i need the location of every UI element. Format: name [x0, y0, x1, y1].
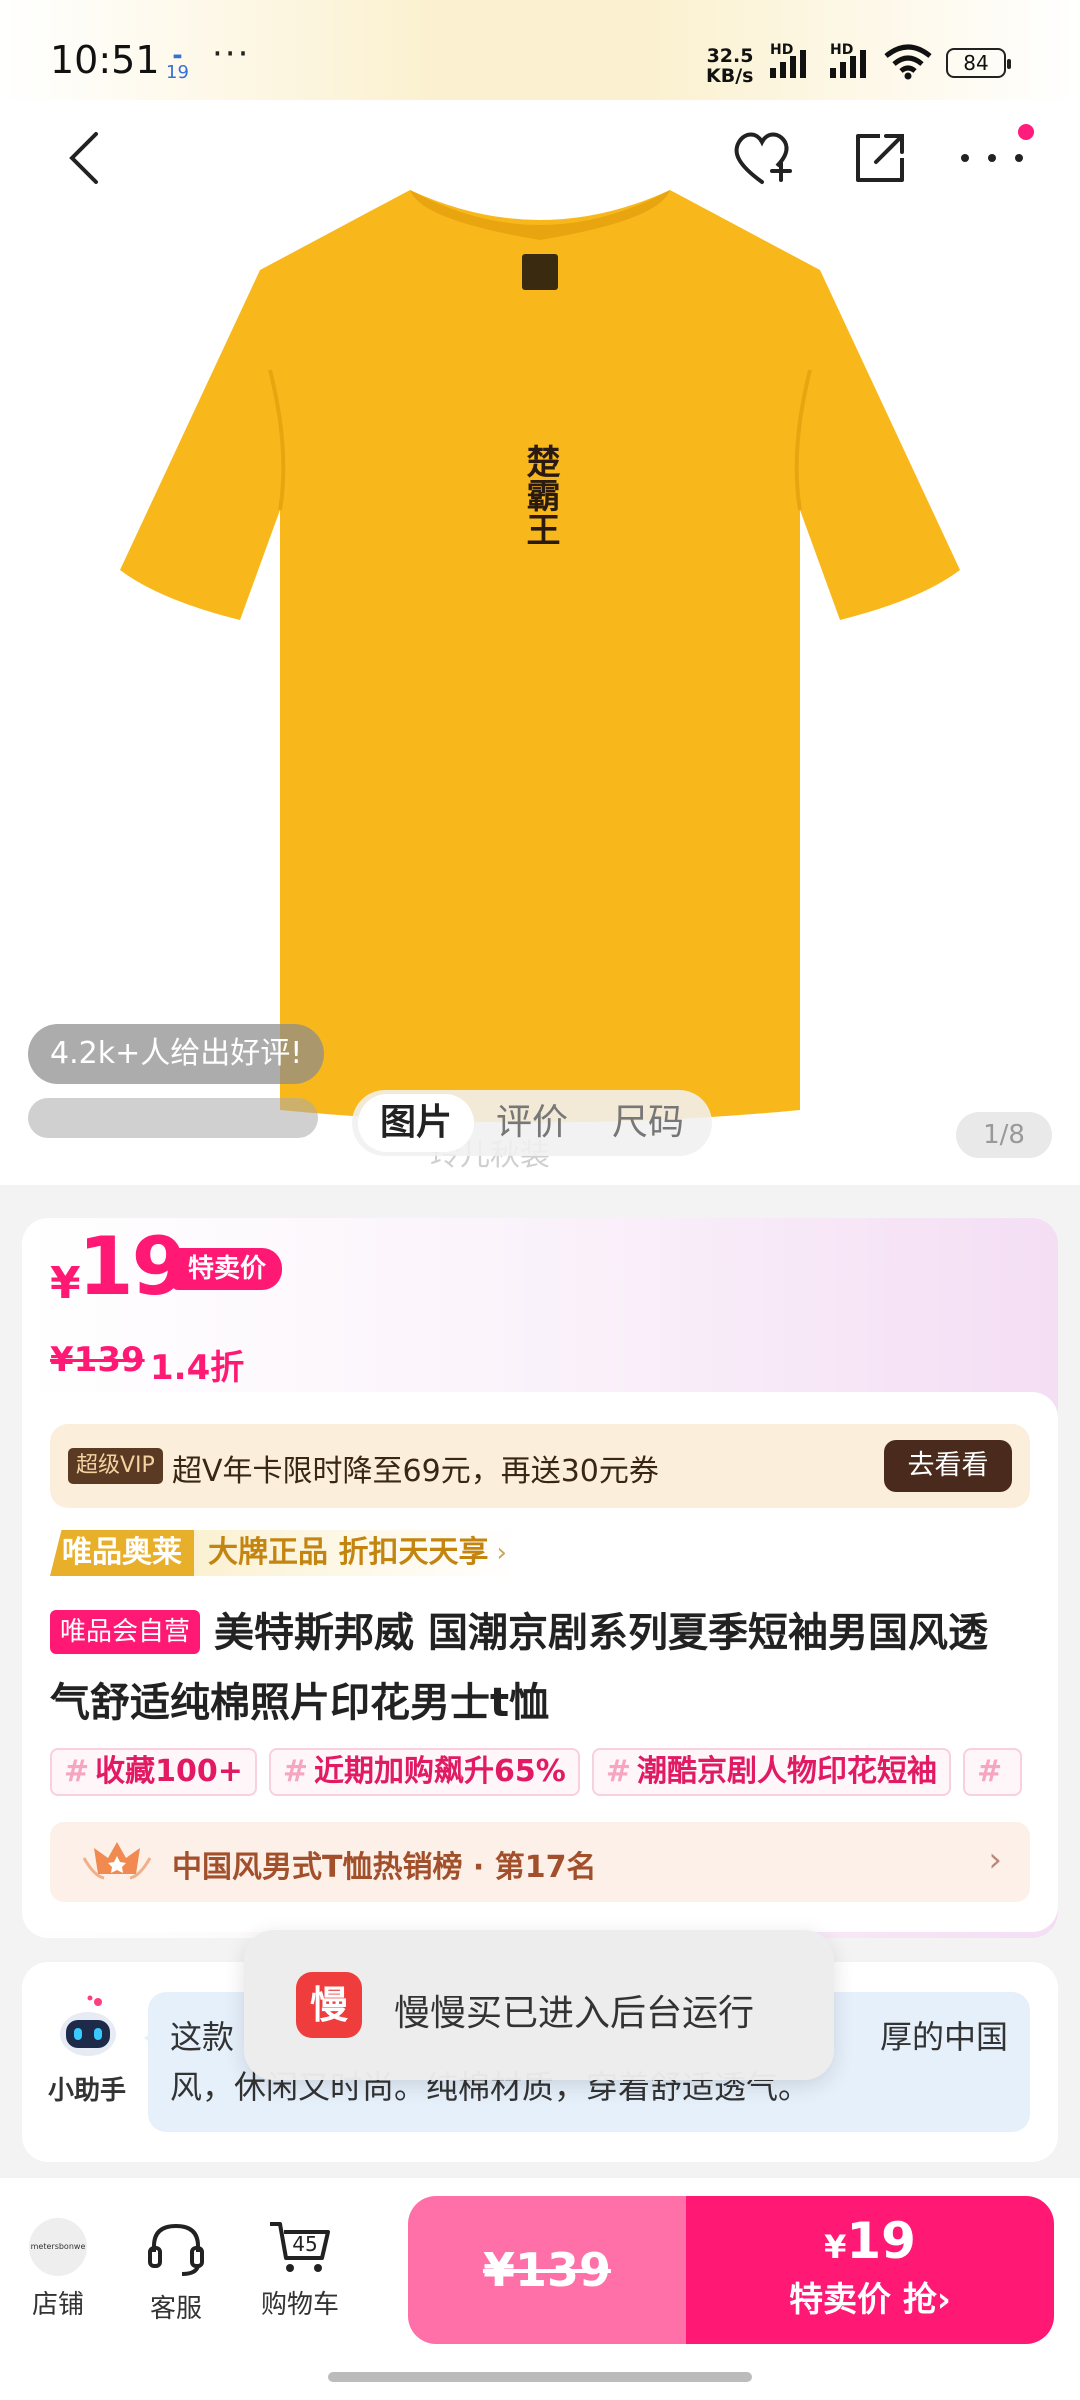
- hash-icon: #: [282, 1754, 309, 1789]
- signal-icon-1: [770, 48, 806, 78]
- more-dots-icon: [961, 154, 1023, 162]
- toast-message: 慢慢买已进入后台运行: [394, 1993, 755, 2034]
- crown-icon: [82, 1842, 152, 1880]
- product-tags: # 收藏100+ # 近期加购飙升65% # 潮酷京剧人物印花短袖 #: [50, 1748, 1030, 1798]
- tag-label: 潮酷京剧人物印花短袖: [637, 1754, 937, 1789]
- sale-price-tag: 特卖价: [172, 1248, 283, 1290]
- tab-reviews[interactable]: 评价: [474, 1094, 590, 1152]
- cart-button[interactable]: 45 购物车: [250, 2218, 350, 2321]
- signal-icon-2: [830, 48, 866, 78]
- tab-size[interactable]: 尺码: [590, 1094, 706, 1152]
- chevron-right-icon: ›: [988, 1840, 1002, 1880]
- outlet-brand-label: 唯品奥莱: [50, 1530, 194, 1576]
- buy-currency: ¥: [824, 2228, 847, 2266]
- buy-now-button[interactable]: ¥19 特卖价 抢›: [686, 2196, 1054, 2344]
- customer-service-button[interactable]: 客服: [126, 2218, 226, 2325]
- sale-price: 19: [78, 1220, 187, 1313]
- tag-label: 近期加购飙升65%: [314, 1754, 566, 1789]
- heart-plus-icon: [734, 132, 792, 184]
- assistant-label: 小助手: [48, 2076, 127, 2106]
- robot-assistant-icon: [60, 1995, 116, 2056]
- super-vip-badge: 超级VIP: [68, 1448, 163, 1484]
- original-price-button[interactable]: ¥139: [408, 2196, 686, 2344]
- cart-count: 45: [292, 2232, 318, 2256]
- price-currency: ¥: [50, 1258, 81, 1309]
- vip-banner[interactable]: 超级VIP 超V年卡限时降至69元，再送30元券 去看看: [50, 1424, 1030, 1508]
- status-more-icon: ···: [212, 34, 251, 74]
- favorite-button[interactable]: [722, 118, 802, 198]
- network-speed: 32.5 KB/s: [706, 46, 753, 86]
- share-button[interactable]: [840, 118, 920, 198]
- outlet-slogan: 大牌正品 折扣天天享: [194, 1530, 519, 1576]
- ranking-text: 中国风男式T恤热销榜 · 第17名: [172, 1850, 597, 1885]
- buy-label: 特卖价 抢›: [686, 2272, 1054, 2321]
- status-bar: 10:51 ▬ 19 ··· 32.5 KB/s HD HD 84: [0, 0, 1080, 100]
- calendar-icon: ▬ 19: [166, 51, 189, 83]
- speed-unit: KB/s: [706, 65, 754, 87]
- store-button[interactable]: metersbonwe 店铺: [8, 2218, 108, 2321]
- review-highlight-pill[interactable]: 4.2k+人给出好评!: [28, 1024, 325, 1084]
- calendar-day: 19: [166, 62, 189, 83]
- product-image: 楚霸王: [120, 190, 960, 1123]
- battery-icon: 84: [946, 48, 1011, 78]
- assistant-line1-left: 这款: [170, 2018, 235, 2056]
- tab-images[interactable]: 图片: [358, 1094, 475, 1152]
- cart-label: 购物车: [260, 2290, 339, 2320]
- tag-item[interactable]: # 收藏100+: [50, 1748, 257, 1796]
- share-icon: [856, 134, 904, 182]
- vip-promo-text: 超V年卡限时降至69元，再送30元券: [172, 1454, 659, 1489]
- outlet-banner[interactable]: 唯品奥莱 大牌正品 折扣天天享 ›: [50, 1530, 519, 1576]
- background-toast: 慢 慢慢买已进入后台运行: [244, 1930, 834, 2080]
- chevron-right-icon: ›: [496, 1538, 507, 1568]
- ranking-banner[interactable]: 中国风男式T恤热销榜 · 第17名 ›: [50, 1822, 1030, 1902]
- image-pager: 1/8: [956, 1112, 1052, 1158]
- cart-icon: 45: [268, 2218, 332, 2276]
- product-detail-page: 10:51 ▬ 19 ··· 32.5 KB/s HD HD 84 楚霸王 4.…: [0, 0, 1080, 2400]
- product-title: 唯品会自营 美特斯邦威 国潮京剧系列夏季短袖男国风透气舒适纯棉照片印花男士t恤: [50, 1598, 1010, 1738]
- shirt-print-text: 楚霸王: [520, 444, 560, 546]
- tag-item[interactable]: # 近期加购飙升65%: [268, 1748, 580, 1796]
- home-indicator[interactable]: [328, 2372, 752, 2382]
- assistant-line1-right: 厚的中国: [879, 2018, 1008, 2056]
- buy-label-text: 特卖价 抢: [789, 2280, 937, 2320]
- manmanmai-app-icon: 慢: [296, 1972, 362, 2038]
- notification-dot: [1018, 124, 1034, 140]
- chevron-right-icon: ›: [936, 2280, 951, 2320]
- discount-rate: 1.4折: [150, 1348, 245, 1388]
- service-label: 客服: [149, 2294, 202, 2324]
- speed-value: 32.5: [706, 45, 754, 67]
- buy-price-value: 19: [846, 2212, 916, 2270]
- media-tabs: 图片 评价 尺码: [352, 1090, 713, 1156]
- original-price: ¥139: [50, 1340, 145, 1380]
- vip-go-button[interactable]: 去看看: [884, 1440, 1012, 1492]
- wifi-icon: [884, 44, 932, 80]
- product-image-area[interactable]: 楚霸王: [0, 100, 1080, 1185]
- back-arrow-icon: [69, 132, 98, 184]
- back-button[interactable]: [44, 118, 124, 198]
- tag-label: 收藏100+: [95, 1754, 243, 1789]
- review-pill-next: [28, 1098, 318, 1138]
- store-label: 店铺: [31, 2290, 84, 2320]
- status-time: 10:51: [50, 38, 160, 82]
- store-logo: metersbonwe: [29, 2218, 87, 2276]
- hash-icon: #: [64, 1754, 90, 1789]
- tag-item[interactable]: #: [963, 1748, 1023, 1796]
- headset-icon: [148, 2223, 204, 2276]
- buy-price: ¥19: [686, 2212, 1054, 2270]
- tag-item[interactable]: # 潮酷京剧人物印花短袖: [591, 1748, 951, 1796]
- hash-icon: #: [605, 1754, 631, 1789]
- hash-icon: #: [977, 1754, 1003, 1789]
- self-operated-badge: 唯品会自营: [50, 1610, 201, 1654]
